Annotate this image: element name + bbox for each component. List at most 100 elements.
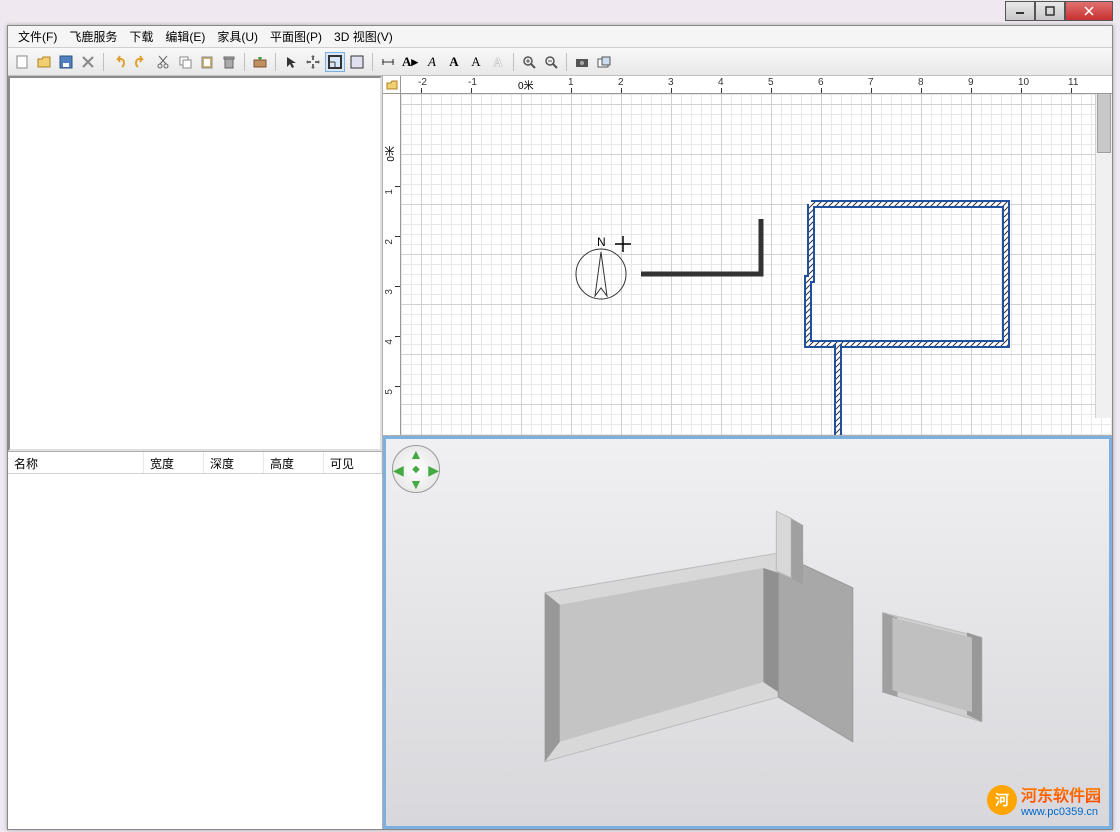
scrollbar-thumb[interactable] [1097,93,1111,153]
toolbar-separator [103,53,104,71]
watermark-title: 河东软件园 [1021,782,1101,806]
menubar: 文件(F) 飞鹿服务 下载 编辑(E) 家具(U) 平面图(P) 3D 视图(V… [8,26,1112,48]
ruler-tick: 3 [668,77,674,88]
model-box-small [883,613,982,722]
wall-segment-plain[interactable] [641,219,761,274]
horizontal-ruler[interactable]: 0米 -2-11234567891011 [401,76,1112,94]
ruler-tick: 5 [768,77,774,88]
ruler-tick: -1 [468,77,477,88]
watermark: 河 河东软件园 www.pc0359.cn [987,782,1101,818]
menu-furniture[interactable]: 家具(U) [211,26,264,47]
toolbar: A▸ A A A A [8,48,1112,76]
column-header-visible[interactable]: 可见 [324,452,382,473]
toolbar-separator [372,53,373,71]
toolbar-separator [275,53,276,71]
ruler-tick: -2 [418,77,427,88]
ruler-tick: 3 [384,289,395,295]
ruler-tick: 10 [1018,77,1029,88]
text-style-icon[interactable]: A [422,52,442,72]
ruler-tick: 2 [618,77,624,88]
right-column: 0米 -2-11234567891011 0米 123456 [383,76,1112,829]
column-header-name[interactable]: 名称 [8,452,144,473]
text-bold-icon[interactable]: A [444,52,464,72]
ruler-tick: 1 [384,189,395,195]
nav-up-icon[interactable]: ▲ [409,446,423,462]
left-column: 名称 宽度 深度 高度 可见 [8,76,383,829]
window-close-button[interactable] [1065,1,1113,21]
plan-drawing: N [401,94,1112,435]
ruler-origin-v: 0米 [384,146,399,162]
nav-right-icon[interactable]: ▶ [428,462,439,479]
menu-service[interactable]: 飞鹿服务 [63,26,123,47]
window-maximize-button[interactable] [1035,1,1065,21]
ruler-origin-h: 0米 [518,77,534,92]
undo-icon[interactable] [109,52,129,72]
column-header-depth[interactable]: 深度 [204,452,264,473]
create-walls-icon[interactable] [325,52,345,72]
ruler-tick: 6 [818,77,824,88]
wall-room-selected[interactable] [808,204,1006,344]
create-rooms-icon[interactable] [347,52,367,72]
menu-plan[interactable]: 平面图(P) [264,26,328,47]
delete-icon[interactable] [219,52,239,72]
ruler-tick: 11 [1068,77,1078,88]
watermark-logo-icon: 河 [987,785,1017,815]
dimension-icon[interactable] [378,52,398,72]
cursor-crosshair-icon [615,236,631,252]
open-icon[interactable] [34,52,54,72]
menu-download[interactable]: 下载 [123,26,159,47]
column-header-height[interactable]: 高度 [264,452,324,473]
paste-icon[interactable] [197,52,217,72]
export-icon[interactable] [594,52,614,72]
view-3d-scene [386,439,1109,826]
toolbar-separator [566,53,567,71]
camera-icon[interactable] [572,52,592,72]
toolbar-separator [513,53,514,71]
furniture-table-body[interactable] [8,474,382,829]
ruler-tick: 8 [918,77,924,88]
zoom-in-icon[interactable] [519,52,539,72]
toolbar-separator [244,53,245,71]
select-tool-icon[interactable] [281,52,301,72]
pan-tool-icon[interactable] [303,52,323,72]
ruler-tick: 7 [868,77,874,88]
column-header-width[interactable]: 宽度 [144,452,204,473]
ruler-tick: 4 [384,339,395,345]
text-tool-icon[interactable]: A▸ [400,52,420,72]
3d-nav-rosette[interactable]: ▲ ▼ ◀ ▶ ◆ [392,445,440,493]
svg-text:N: N [597,235,606,249]
watermark-url: www.pc0359.cn [1021,806,1101,818]
text-plain-icon[interactable]: A [466,52,486,72]
menu-file[interactable]: 文件(F) [12,26,63,47]
redo-icon[interactable] [131,52,151,72]
ruler-tick: 9 [968,77,974,88]
view-3d-panel[interactable]: ▲ ▼ ◀ ▶ ◆ 河 河东软件园 www.pc0359.cn [383,436,1112,829]
text-outline-icon[interactable]: A [488,52,508,72]
new-icon[interactable] [12,52,32,72]
menu-3dview[interactable]: 3D 视图(V) [328,26,399,47]
menu-edit[interactable]: 编辑(E) [159,26,211,47]
window-minimize-button[interactable] [1005,1,1035,21]
catalog-tree-panel[interactable] [8,76,382,451]
furniture-table-header: 名称 宽度 深度 高度 可见 [8,452,382,474]
plan-scrollbar-vertical[interactable] [1095,76,1112,418]
nav-center-icon[interactable]: ◆ [412,464,420,475]
prefs-icon[interactable] [78,52,98,72]
nav-down-icon[interactable]: ▼ [409,476,423,492]
ruler-corner-icon [383,76,401,94]
app-window: 文件(F) 飞鹿服务 下载 编辑(E) 家具(U) 平面图(P) 3D 视图(V… [7,25,1113,830]
copy-icon[interactable] [175,52,195,72]
add-furniture-icon[interactable] [250,52,270,72]
ruler-tick: 5 [384,389,395,395]
plan-2d-panel: 0米 -2-11234567891011 0米 123456 [383,76,1112,436]
zoom-out-icon[interactable] [541,52,561,72]
vertical-ruler[interactable]: 0米 123456 [383,94,401,435]
cut-icon[interactable] [153,52,173,72]
ruler-tick: 4 [718,77,724,88]
plan-canvas[interactable]: N [401,94,1112,435]
ruler-tick: 2 [384,239,395,245]
nav-left-icon[interactable]: ◀ [393,462,404,479]
model-box-large [545,553,853,762]
save-icon[interactable] [56,52,76,72]
main-area: 名称 宽度 深度 高度 可见 0米 -2-11234567891011 0米 1… [8,76,1112,829]
